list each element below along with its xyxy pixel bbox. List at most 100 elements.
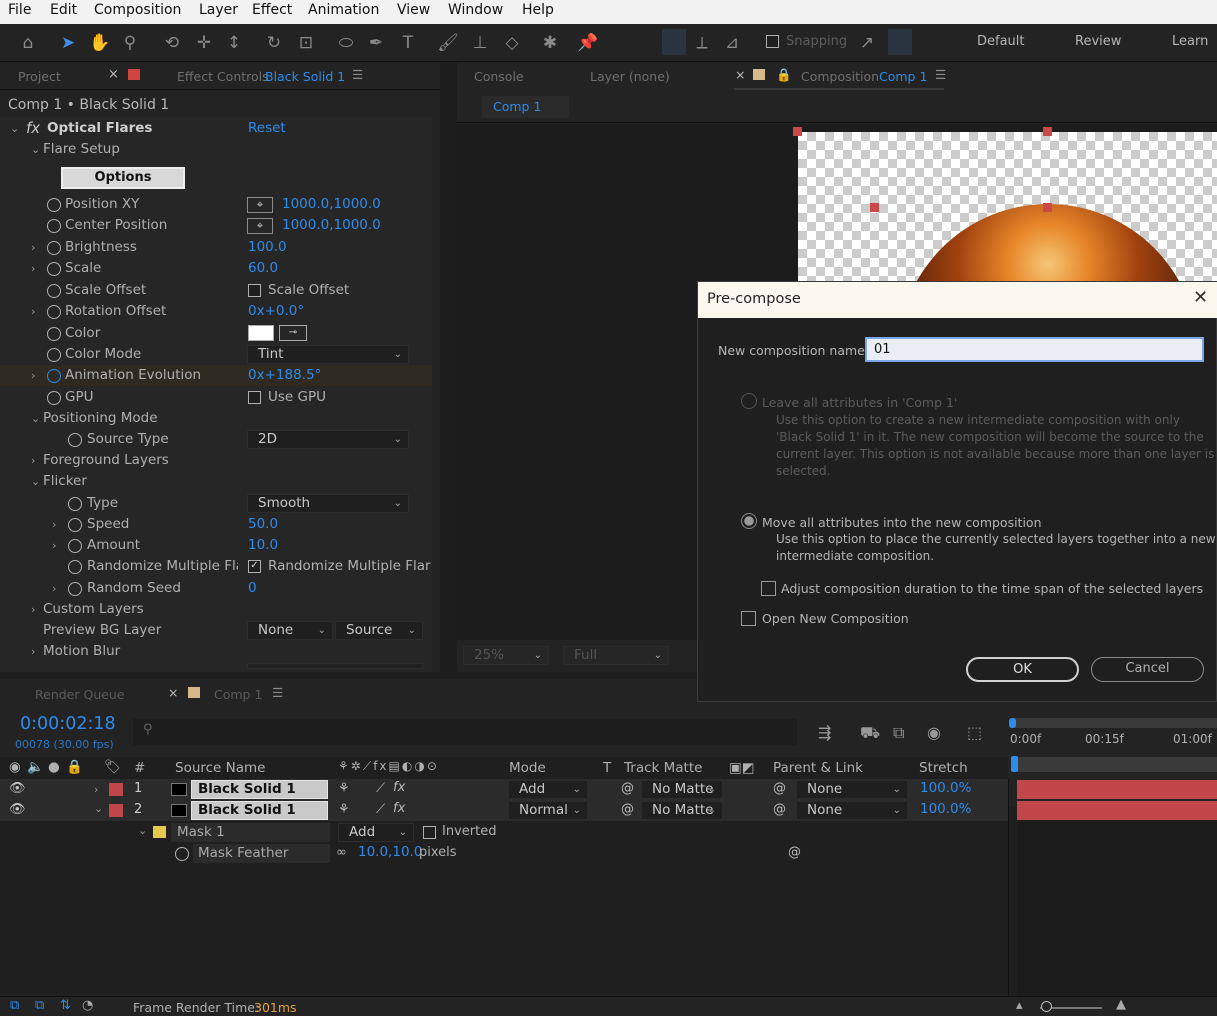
pickwhip-icon[interactable]: @ xyxy=(621,781,634,796)
stopwatch-active-icon[interactable] xyxy=(47,369,61,383)
stopwatch-icon[interactable] xyxy=(47,391,61,405)
menu-file[interactable]: File xyxy=(8,2,31,18)
world-axis-icon[interactable]: ⟂ xyxy=(690,31,714,55)
pen-tool-icon[interactable]: ✒ xyxy=(364,31,388,55)
expand-chevron-icon[interactable]: › xyxy=(31,237,35,258)
toggle-modes-icon[interactable]: ⧉ xyxy=(35,998,44,1013)
zoom-slider-thumb[interactable] xyxy=(1041,1001,1052,1012)
parent-dropdown[interactable]: None ⌄ xyxy=(796,801,908,820)
local-axis-icon[interactable] xyxy=(662,29,686,55)
zoom-out-icon[interactable]: ▴ xyxy=(1016,998,1023,1013)
shy-switch-icon[interactable]: ⚘ xyxy=(338,802,350,817)
fx-switch-icon[interactable]: fx xyxy=(393,801,405,816)
brightness-value[interactable]: 100.0 xyxy=(248,237,287,258)
speed-value[interactable]: 50.0 xyxy=(248,514,278,535)
animation-evolution-value[interactable]: 0x+188.5° xyxy=(248,365,321,386)
panel-menu-icon[interactable]: ☰ xyxy=(272,685,283,700)
timeline-search-input[interactable]: ⚲ xyxy=(133,719,797,745)
anchor-tool-icon[interactable]: ⊡ xyxy=(294,31,318,55)
type-tool-icon[interactable]: T xyxy=(396,31,420,55)
close-icon[interactable]: × xyxy=(735,67,745,82)
eraser-tool-icon[interactable]: ◇ xyxy=(500,31,524,55)
stopwatch-icon[interactable] xyxy=(47,305,61,319)
mask-mode-dropdown[interactable]: Add ⌄ xyxy=(338,823,414,842)
stopwatch-icon[interactable] xyxy=(68,497,82,511)
stretch-value[interactable]: 100.0% xyxy=(920,780,971,796)
menu-composition[interactable]: Composition xyxy=(94,2,181,18)
scale-offset-checkbox[interactable] xyxy=(248,284,261,297)
view-axis-icon[interactable]: ⊿ xyxy=(720,31,744,55)
selection-tool-icon[interactable]: ➤ xyxy=(56,31,80,55)
fx-switch-icon[interactable]: fx xyxy=(393,780,405,795)
stopwatch-icon[interactable] xyxy=(47,241,61,255)
preview-bg-layer-dropdown[interactable]: None ⌄ xyxy=(247,621,333,640)
zoom-tool-icon[interactable]: ⚲ xyxy=(118,31,142,55)
menu-edit[interactable]: Edit xyxy=(50,2,77,18)
mask-feather-row[interactable]: Mask Feather ∞ 10.0,10.0 pixels @ xyxy=(0,843,1008,864)
stopwatch-icon[interactable] xyxy=(47,284,61,298)
shy-switch-icon[interactable]: ⚘ xyxy=(338,781,350,796)
playhead[interactable] xyxy=(1011,756,1018,772)
tab-layer[interactable]: Layer (none) xyxy=(590,69,670,84)
render-time-icon[interactable]: ◔ xyxy=(82,998,93,1013)
expand-chevron-icon[interactable]: › xyxy=(31,641,35,662)
panel-menu-icon[interactable]: ☰ xyxy=(935,67,946,82)
amount-value[interactable]: 10.0 xyxy=(248,535,278,556)
close-icon[interactable]: ✕ xyxy=(1193,287,1208,308)
parent-dropdown[interactable]: None ⌄ xyxy=(796,780,908,799)
motion-blur-icon[interactable]: ◉ xyxy=(927,723,941,742)
quality-switch-icon[interactable]: ⟋ xyxy=(376,802,385,817)
label-color-swatch[interactable] xyxy=(109,783,123,796)
menu-animation[interactable]: Animation xyxy=(308,2,379,18)
collapse-chevron-icon[interactable]: ⌄ xyxy=(94,802,103,815)
comp-flowchart-icon[interactable]: ⇶ xyxy=(818,723,831,742)
new-comp-name-input[interactable]: 01 xyxy=(865,337,1204,362)
stopwatch-icon[interactable] xyxy=(68,560,82,574)
track-matte-dropdown[interactable]: No Matte ⌄ xyxy=(641,801,723,820)
mask-vertex-handle[interactable] xyxy=(793,127,802,136)
brush-tool-icon[interactable]: 🖌 xyxy=(436,31,460,55)
crosshair-icon[interactable]: ⌖ xyxy=(247,218,273,234)
layer-bar-2[interactable] xyxy=(1017,801,1217,820)
collapse-chevron-icon[interactable]: ⌄ xyxy=(10,118,19,139)
tab-project[interactable]: Project xyxy=(18,69,61,84)
layer-row-2[interactable]: 👁 ⌄ 2 Black Solid 1 ⚘ ⟋ fx Normal ⌄ @ No … xyxy=(0,800,1008,821)
stopwatch-icon[interactable] xyxy=(47,348,61,362)
layer-name[interactable]: Black Solid 1 xyxy=(191,801,328,820)
stopwatch-icon[interactable] xyxy=(68,582,82,596)
layer-row-1[interactable]: 👁 › 1 Black Solid 1 ⚘ ⟋ fx Add ⌄ @ No Mat… xyxy=(0,779,1008,800)
mask-vertex-handle[interactable] xyxy=(1043,127,1052,136)
toggle-inout-icon[interactable]: ⇅ xyxy=(60,998,71,1013)
collapse-chevron-icon[interactable]: ⌄ xyxy=(31,471,40,492)
workspace-review[interactable]: Review xyxy=(1075,34,1121,49)
menu-help[interactable]: Help xyxy=(522,2,554,18)
resolution-dropdown[interactable]: Full ⌄ xyxy=(563,646,669,665)
parent-pickwhip-icon[interactable]: @ xyxy=(773,802,786,817)
expand-chevron-icon[interactable]: › xyxy=(52,535,56,556)
expand-chevron-icon[interactable]: › xyxy=(94,783,98,796)
snap-grid-icon[interactable] xyxy=(888,29,912,55)
mask-row[interactable]: ⌄ Mask 1 Add ⌄ Inverted xyxy=(0,822,1008,843)
ok-button[interactable]: OK xyxy=(966,657,1079,682)
snapping-checkbox[interactable] xyxy=(766,35,779,48)
eye-icon[interactable]: 👁 xyxy=(9,802,26,817)
workspace-learn[interactable]: Learn xyxy=(1172,34,1208,49)
frame-blending-icon[interactable]: ⧉ xyxy=(893,723,904,743)
mask-feather-value[interactable]: 10.0,10.0 xyxy=(358,844,422,860)
puppet-pin-icon[interactable]: 📌 xyxy=(576,31,600,55)
home-icon[interactable]: ⌂ xyxy=(16,31,40,55)
menu-layer[interactable]: Layer xyxy=(199,2,238,18)
layer-name[interactable]: Black Solid 1 xyxy=(191,780,328,799)
expand-chevron-icon[interactable]: › xyxy=(31,301,35,322)
scale-value[interactable]: 60.0 xyxy=(248,258,278,279)
draft-3d-icon[interactable]: ⛟ xyxy=(860,723,880,744)
zoom-dropdown[interactable]: 25% ⌄ xyxy=(463,646,549,665)
pan-camera-icon[interactable]: ✛ xyxy=(192,31,216,55)
open-new-comp-checkbox[interactable] xyxy=(741,611,756,626)
source-name-header[interactable]: Source Name xyxy=(175,760,266,776)
timecode-display[interactable]: 0:00:02:18 xyxy=(20,714,116,734)
mask-vertex-handle[interactable] xyxy=(1043,203,1052,212)
graph-editor-icon[interactable]: ⬚ xyxy=(967,723,982,742)
mask-vertex-handle[interactable] xyxy=(870,203,879,212)
cancel-button[interactable]: Cancel xyxy=(1091,657,1204,682)
